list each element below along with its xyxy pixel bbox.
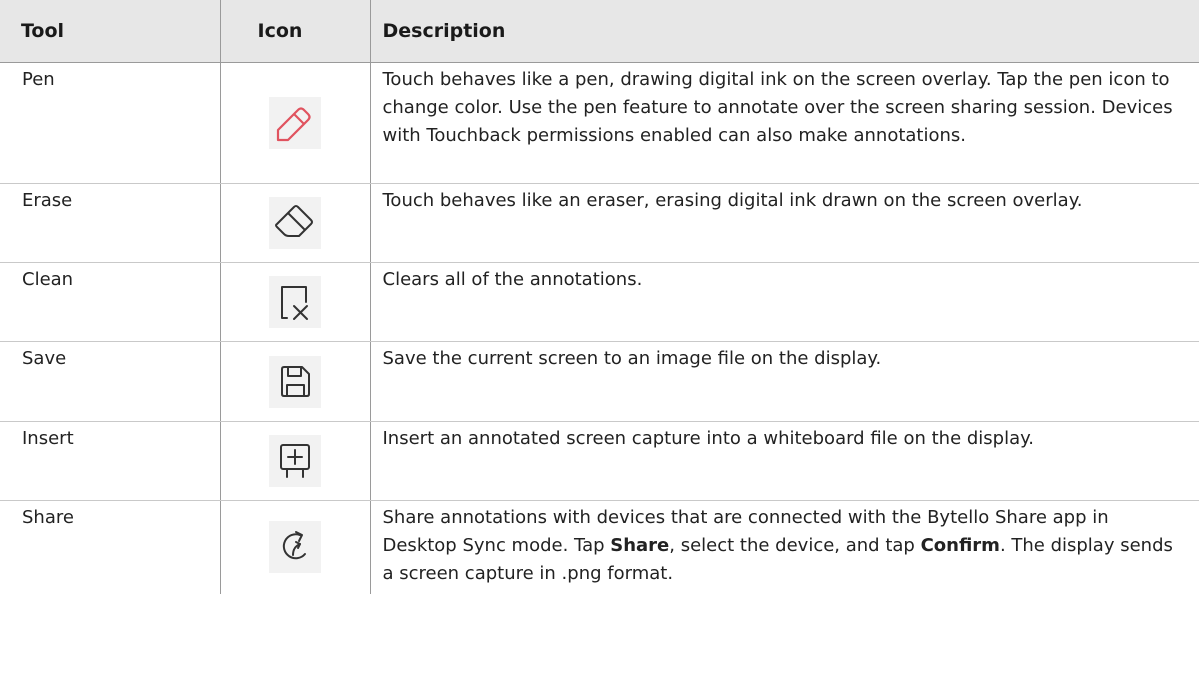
insert-whiteboard-icon [269, 435, 321, 487]
tools-table: Tool Icon Description Pen Touch behaves … [0, 0, 1199, 594]
tool-name: Erase [0, 183, 221, 263]
header-icon: Icon [220, 0, 371, 63]
share-icon [269, 521, 321, 574]
table-row: Pen Touch behaves like a pen, drawing di… [0, 62, 1199, 184]
table-row: Erase Touch behaves like an eraser, eras… [0, 183, 1199, 263]
tool-name: Pen [0, 62, 221, 184]
tool-description: Touch behaves like a pen, drawing digita… [370, 62, 1199, 184]
save-icon [269, 355, 321, 408]
tool-name: Share [0, 500, 221, 594]
header-tool: Tool [0, 0, 221, 63]
tool-description: Save the current screen to an image file… [370, 341, 1199, 422]
tool-description: Clears all of the annotations. [370, 262, 1199, 342]
table-row: Save Save the current screen to an image… [0, 341, 1199, 422]
clean-icon [269, 276, 321, 328]
pen-icon [269, 97, 321, 149]
tool-name: Insert [0, 421, 221, 501]
tool-name: Clean [0, 262, 221, 342]
table-row: Share Share annotations with devices tha… [0, 500, 1199, 594]
header-description: Description [370, 0, 1199, 63]
table-header: Tool Icon Description [0, 0, 1199, 63]
tool-description: Touch behaves like an eraser, erasing di… [370, 183, 1199, 263]
eraser-icon [269, 197, 321, 249]
tool-description: Insert an annotated screen capture into … [370, 421, 1199, 501]
tool-name: Save [0, 341, 221, 422]
confirm-bold-label: Confirm [920, 535, 1000, 556]
share-bold-label: Share [610, 535, 670, 556]
table-row: Clean Clears all of the annotations. [0, 262, 1199, 342]
table-row: Insert Insert an annotated screen captur… [0, 421, 1199, 501]
tool-description: Share annotations with devices that are … [382, 507, 1173, 584]
